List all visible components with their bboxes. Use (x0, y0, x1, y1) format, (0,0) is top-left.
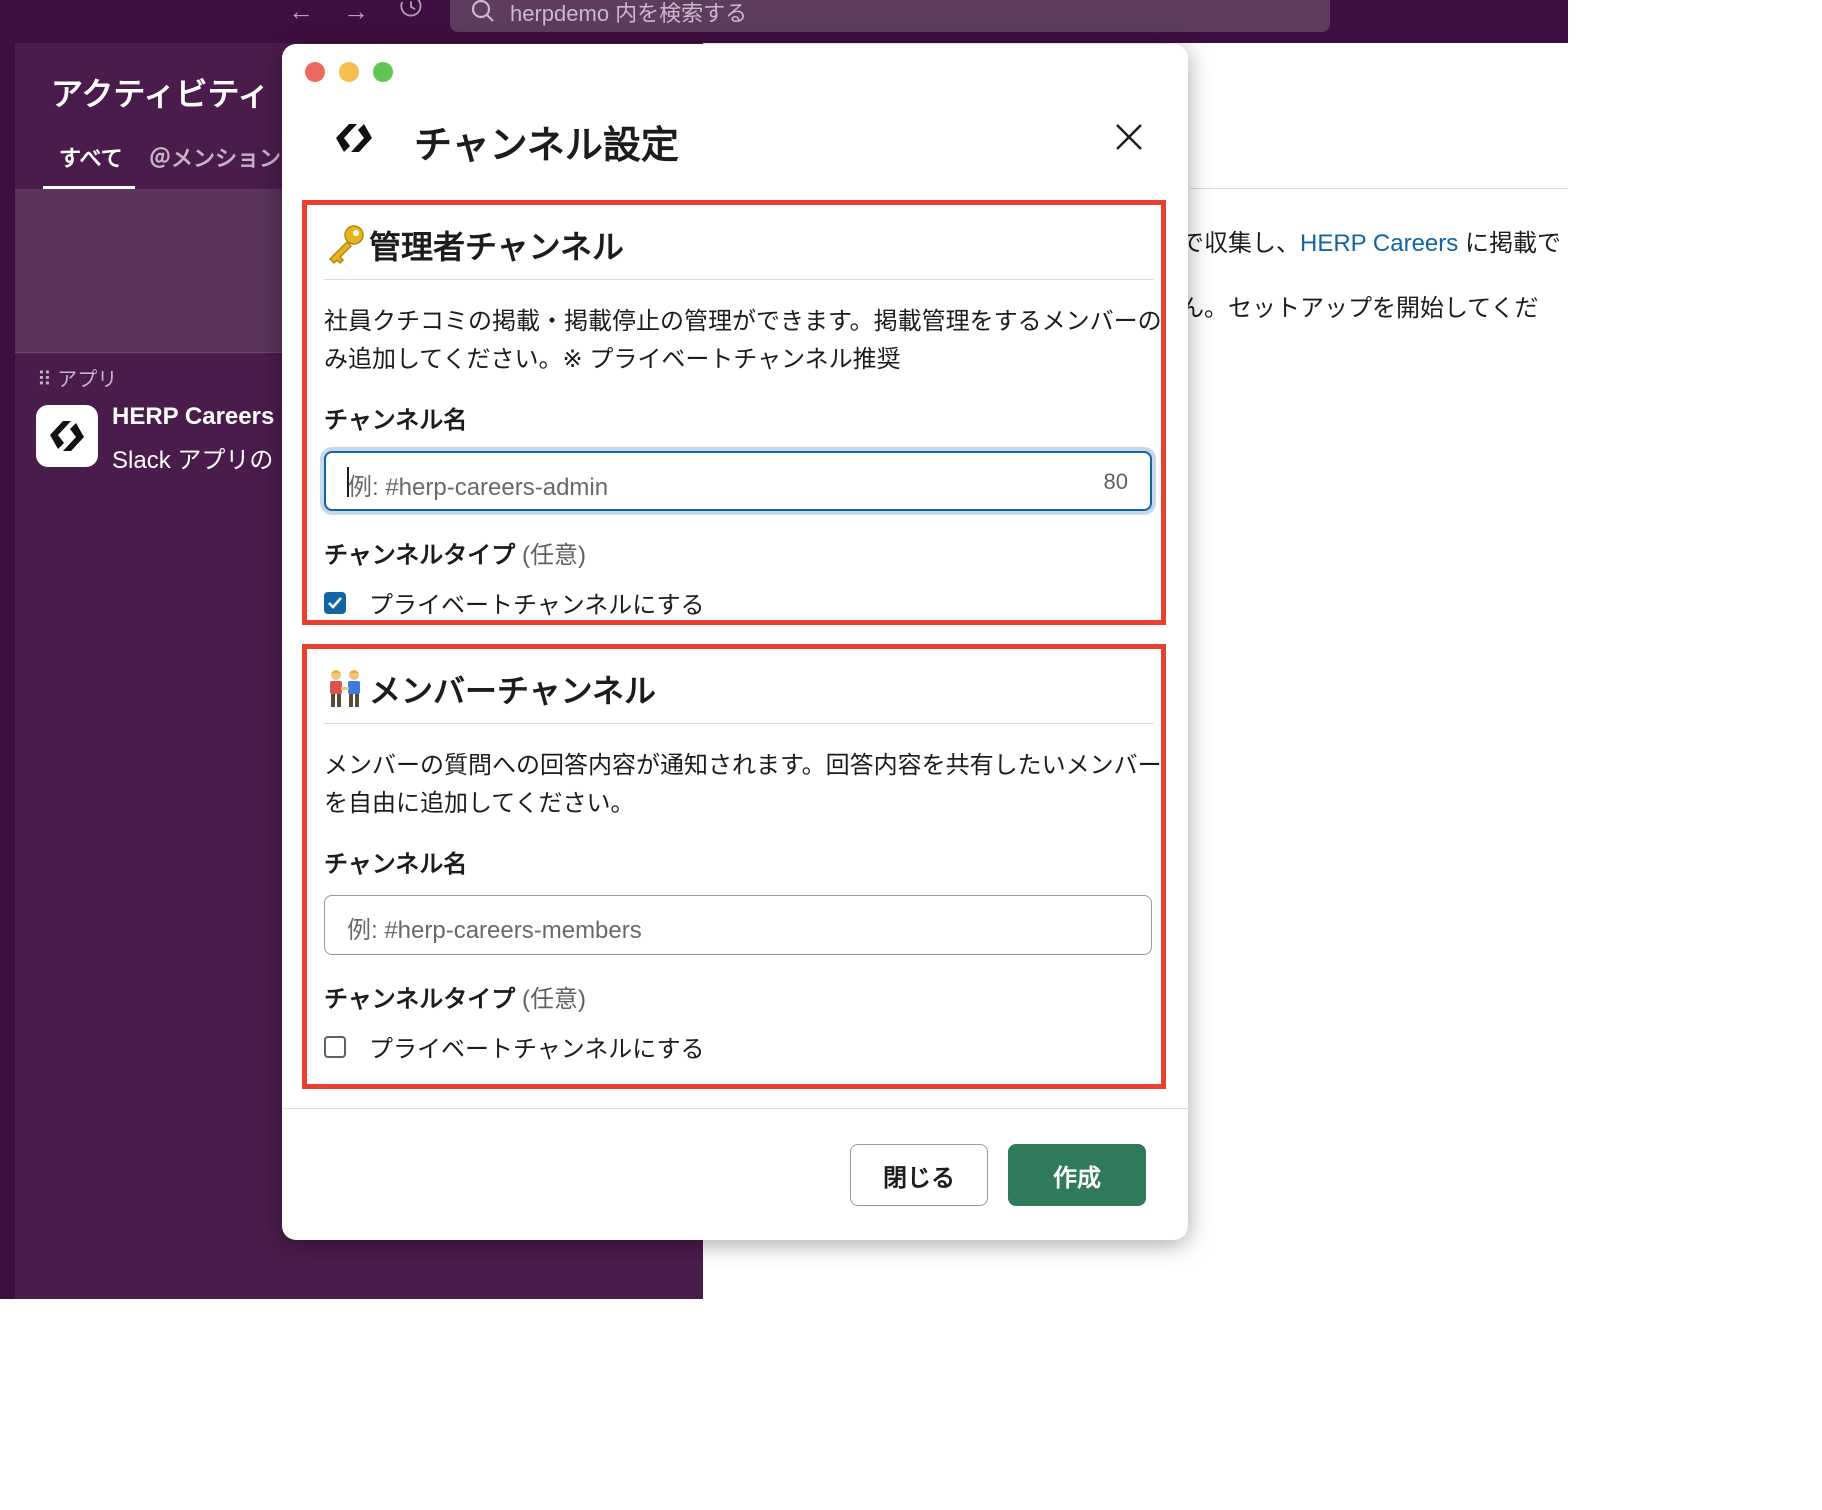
search-bar[interactable]: herpdemo 内を検索する (450, 0, 1330, 32)
arrow-right-icon[interactable]: → (343, 0, 369, 24)
admin-section-heading: 管理者チャンネル (369, 229, 625, 265)
admin-section-description: 社員クチコミの掲載・掲載停止の管理ができます。掲載管理をするメンバーのみ追加して… (324, 308, 1162, 373)
app-section-label: ⠿ アプリ (37, 363, 117, 392)
modal-title: チャンネル設定 (414, 125, 679, 167)
window-close-button[interactable] (305, 62, 325, 82)
admin-private-checkbox[interactable] (324, 592, 346, 614)
admin-channel-name-label: チャンネル名 (324, 407, 468, 434)
admin-channel-section: 管理者チャンネル 社員クチコミの掲載・掲載停止の管理ができます。掲載管理をするメ… (302, 200, 1166, 625)
search-icon (471, 0, 494, 22)
member-section-heading: メンバーチャンネル (369, 673, 657, 709)
content-divider (1190, 188, 1568, 189)
arrow-left-icon[interactable]: ← (288, 0, 314, 24)
tab-mentions[interactable]: ＠メンション (149, 141, 281, 173)
member-channel-name-placeholder: 例: #herp-careers-members (347, 917, 642, 944)
char-counter: 80 (1103, 469, 1128, 494)
admin-private-checkbox-label[interactable]: プライベートチャンネルにする (369, 585, 705, 620)
sidebar-title: アクティビティ (51, 76, 270, 112)
member-channel-section: メンバーチャンネル メンバーの質問への回答内容が通知されます。回答内容を共有した… (302, 644, 1166, 1089)
window-zoom-button[interactable] (373, 62, 393, 82)
checkmark-icon (328, 597, 342, 609)
close-button[interactable]: 閉じる (850, 1144, 988, 1206)
history-icon[interactable] (394, 0, 428, 18)
channel-type-text: チャンネルタイプ (324, 542, 516, 569)
message-text: で収集し、 (1180, 230, 1300, 257)
search-placeholder: herpdemo 内を検索する (510, 1, 748, 26)
member-channel-name-label: チャンネル名 (324, 851, 468, 878)
key-icon (328, 225, 364, 265)
create-button[interactable]: 作成 (1008, 1144, 1146, 1206)
close-icon[interactable] (1112, 120, 1146, 154)
section-divider (324, 279, 1154, 280)
admin-channel-name-input[interactable]: 例: #herp-careers-admin 80 (324, 451, 1152, 511)
optional-text: (任意) (521, 986, 586, 1013)
optional-text: (任意) (521, 542, 586, 569)
herp-logo-icon (336, 124, 372, 152)
member-section-description: メンバーの質問への回答内容が通知されます。回答内容を共有したいメンバーを自由に追… (324, 752, 1162, 817)
herp-logo-icon (50, 421, 84, 451)
member-private-checkbox-label[interactable]: プライベートチャンネルにする (369, 1029, 705, 1064)
herp-app-icon (36, 405, 98, 467)
channel-settings-modal: チャンネル設定 管理者チャンネル 社員クチコミの掲載・掲載停止の管理ができます。… (282, 44, 1188, 1240)
herp-careers-link[interactable]: HERP Careers (1300, 230, 1458, 257)
message-text: に掲載で (1458, 230, 1561, 257)
member-private-checkbox[interactable] (324, 1036, 346, 1058)
section-divider (324, 723, 1154, 724)
member-channel-name-input[interactable]: 例: #herp-careers-members (324, 895, 1152, 955)
window-minimize-button[interactable] (339, 62, 359, 82)
grid-icon: ⠿ (37, 369, 58, 391)
tab-all[interactable]: すべて (59, 141, 123, 173)
two-men-holding-hands-icon (330, 670, 360, 707)
app-name: HERP Careers (112, 403, 275, 430)
top-bar: ← → herpdemo 内を検索する (0, 0, 1568, 43)
admin-channel-name-placeholder: 例: #herp-careers-admin (348, 474, 609, 501)
app-section-text: アプリ (57, 369, 118, 391)
message-line-1: で収集し、HERP Careers に掲載で (1180, 223, 1561, 258)
admin-channel-type-label: チャンネルタイプ (任意) (324, 535, 586, 570)
channel-type-text: チャンネルタイプ (324, 986, 516, 1013)
message-line-2: ん。セットアップを開始してくだ (1180, 295, 1539, 322)
footer-divider (282, 1108, 1188, 1109)
workspace-rail (0, 43, 15, 1299)
member-channel-type-label: チャンネルタイプ (任意) (324, 979, 586, 1014)
app-subtitle: Slack アプリの (112, 447, 274, 474)
